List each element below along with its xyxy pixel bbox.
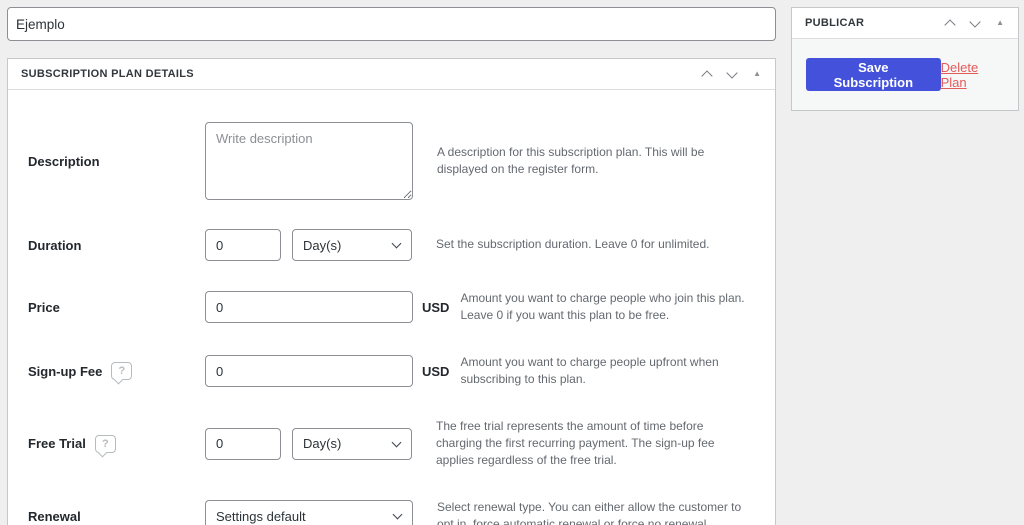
- price-label: Price: [28, 299, 60, 315]
- signup-fee-help-text: Amount you want to charge people upfront…: [460, 354, 719, 387]
- page: SUBSCRIPTION PLAN DETAILS ▲ Description …: [0, 0, 1024, 525]
- chevron-down-icon: [391, 437, 402, 448]
- collapse-toggle-icon[interactable]: ▲: [996, 19, 1004, 27]
- description-field: [205, 122, 413, 200]
- publish-header: PUBLICAR ▲: [792, 8, 1018, 39]
- duration-value-input[interactable]: [205, 229, 281, 261]
- duration-help-text: Set the subscription duration. Leave 0 f…: [436, 237, 710, 252]
- free-trial-field: Day(s): [205, 427, 412, 460]
- form-row-signup-fee: Sign-up Fee ? USD Amount you want to cha…: [20, 354, 763, 389]
- metabox-title: SUBSCRIPTION PLAN DETAILS: [21, 68, 194, 80]
- form-row-renewal: Renewal Settings default Select renewal …: [20, 499, 763, 525]
- price-value-input[interactable]: [205, 291, 413, 324]
- publish-title: PUBLICAR: [805, 17, 865, 29]
- form-row-description: Description A description for this subsc…: [20, 122, 763, 200]
- price-currency-label: USD: [422, 299, 450, 315]
- signup-fee-label: Sign-up Fee ?: [20, 362, 205, 381]
- metabox-header: SUBSCRIPTION PLAN DETAILS ▲: [8, 59, 775, 90]
- signup-fee-currency-label: USD: [422, 363, 450, 379]
- price-help-text: Amount you want to charge people who joi…: [460, 291, 745, 323]
- duration-label: Duration: [28, 237, 82, 253]
- price-field: [205, 291, 413, 324]
- form-row-free-trial: Free Trial ? Day(s) The free trial repre…: [20, 418, 763, 470]
- move-up-icon[interactable]: [944, 19, 956, 31]
- publish-handle-actions: ▲: [944, 15, 1004, 31]
- save-subscription-button[interactable]: Save Subscription: [806, 58, 941, 91]
- metabox-body: Description A description for this subsc…: [8, 90, 775, 525]
- renewal-label: Renewal: [28, 508, 81, 524]
- publish-body: Save Subscription Delete Plan: [792, 39, 1018, 110]
- metabox-handle-actions: ▲: [701, 66, 761, 82]
- free-trial-label: Free Trial ?: [20, 434, 205, 453]
- duration-unit-select[interactable]: Day(s): [292, 229, 412, 261]
- chevron-down-icon: [392, 509, 403, 520]
- move-down-icon[interactable]: [969, 15, 981, 28]
- duration-field: Day(s): [205, 229, 412, 261]
- publish-metabox: PUBLICAR ▲ Save Subscription Delete Plan: [791, 7, 1019, 111]
- signup-fee-field: [205, 355, 413, 388]
- delete-plan-link[interactable]: Delete Plan: [941, 60, 1005, 90]
- move-up-icon[interactable]: [701, 70, 713, 82]
- help-tooltip-icon[interactable]: ?: [94, 434, 116, 453]
- chevron-down-icon: [391, 238, 402, 249]
- free-trial-help-text: The free trial represents the amount of …: [436, 418, 715, 468]
- signup-fee-value-input[interactable]: [205, 355, 413, 388]
- move-down-icon[interactable]: [726, 66, 738, 79]
- description-textarea[interactable]: [205, 122, 413, 200]
- renewal-select[interactable]: Settings default: [205, 500, 413, 525]
- free-trial-value-input[interactable]: [205, 427, 281, 460]
- renewal-field: Settings default: [205, 500, 413, 525]
- renewal-help-text: Select renewal type. You can either allo…: [437, 499, 742, 525]
- free-trial-unit-select[interactable]: Day(s): [292, 427, 412, 460]
- description-help-text: A description for this subscription plan…: [437, 144, 705, 176]
- plan-title-input[interactable]: [7, 7, 776, 41]
- description-label: Description: [28, 153, 100, 169]
- form-row-duration: Duration Day(s) Set the subscription dur…: [20, 229, 763, 261]
- subscription-plan-details-metabox: SUBSCRIPTION PLAN DETAILS ▲ Description …: [7, 58, 776, 525]
- help-tooltip-icon[interactable]: ?: [111, 362, 133, 381]
- form-row-price: Price USD Amount you want to charge peop…: [20, 290, 763, 325]
- collapse-toggle-icon[interactable]: ▲: [753, 70, 761, 78]
